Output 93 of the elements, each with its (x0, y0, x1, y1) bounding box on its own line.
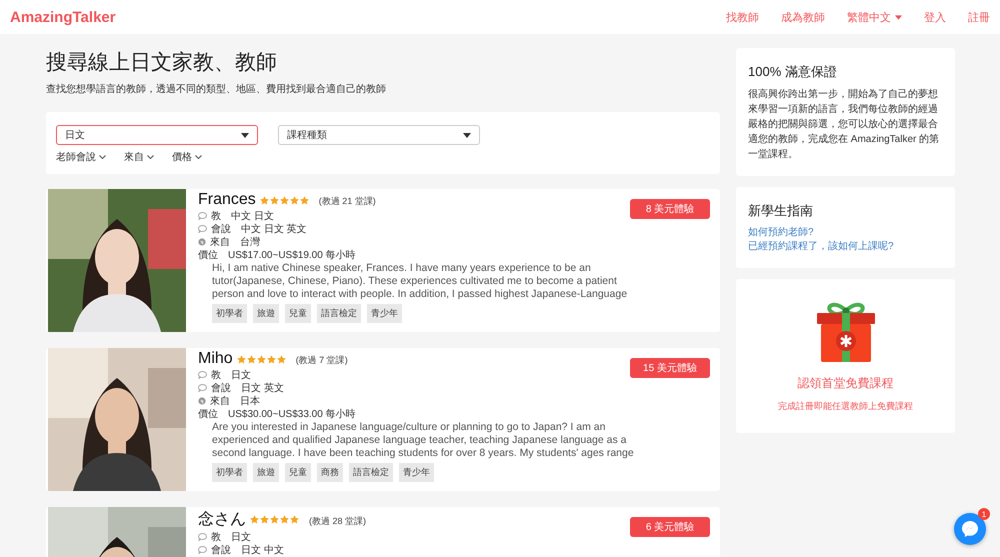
tag: 兒童 (285, 463, 311, 482)
star-icon (270, 196, 279, 204)
detail-label: 會說 (211, 382, 231, 394)
detail-label: 價位 (198, 248, 218, 262)
page-title: 搜尋線上日文家教、教師 (46, 50, 278, 76)
tag: 初學者 (212, 463, 247, 482)
select-field[interactable]: 課程種類 (278, 125, 480, 145)
lesson-count: (教過 21 堂課) (318, 195, 376, 208)
speech-bubble-icon (198, 546, 207, 554)
star-icon (290, 515, 299, 524)
detail-value: 日文 中文 (241, 544, 284, 556)
star-icon (300, 196, 309, 204)
detail-label: 來自 (210, 236, 230, 248)
star-icon (256, 354, 266, 364)
detail-label: 價位 (198, 408, 218, 420)
card-title: 新學生指南 (748, 202, 814, 220)
tag: 兒童 (285, 304, 311, 323)
card-text: 很高興你跨出第一步，開始為了自己的夢想來學習一項新的語言，我們每位教師的經過嚴格的把關與篩選，您可以放心的選擇最合適您的教師，完成您在 AmazingTalker 的第一堂課程。 (748, 88, 940, 162)
filter-dropdown[interactable]: 老師會說 (56, 150, 106, 164)
detail-value: US$17.00~US$19.00 每小時 (228, 248, 356, 262)
nav-link[interactable]: 找教師 (726, 10, 759, 24)
star-icon (290, 196, 299, 204)
detail-value: 中文 日文 (231, 210, 274, 222)
tag: 青少年 (399, 463, 434, 482)
detail-value: 台灣 (240, 236, 260, 248)
caret-icon (241, 132, 249, 138)
detail-value: 日文 (231, 530, 251, 544)
guide-link[interactable]: 已經預約課程了，該如何上課呢? (748, 240, 943, 254)
promo-text: 完成註冊即能任選教師上免費課程 (778, 400, 913, 413)
detail-value: 日文 (231, 368, 251, 382)
star-icon (246, 354, 256, 364)
detail-value: 中文 日文 英文 (241, 222, 307, 236)
lesson-count: (教過 28 堂課) (309, 515, 366, 528)
speech-bubble-icon (198, 212, 207, 220)
trial-button[interactable]: 8 美元體驗 (630, 199, 710, 219)
star-icon (260, 196, 269, 204)
messenger-icon (961, 520, 979, 538)
teacher-bio: Hi, I am native Chinese speaker, Frances. I have many years experience to be an tutor(Japanese, Chinese, Piano). These experiences cultivated me to become a patient person and love to interact with people. In addition, I passed highest Japanese-Language (212, 262, 628, 301)
card-title: 100% 滿意保證 (748, 63, 838, 81)
star-icon (260, 515, 269, 524)
trial-button[interactable]: 15 美元體驗 (630, 358, 710, 378)
star-icon (250, 515, 259, 524)
detail-value: 日本 (240, 394, 260, 408)
chevron-down-icon (147, 155, 154, 159)
tag: 語言檢定 (317, 304, 361, 323)
speech-bubble-icon (198, 532, 207, 540)
speech-bubble-icon (198, 384, 207, 392)
speech-bubble-icon (198, 370, 207, 378)
tag: 旅遊 (253, 463, 279, 482)
tag: 初學者 (212, 304, 247, 323)
detail-label: 會說 (211, 222, 231, 236)
star-icon (280, 515, 289, 524)
logo[interactable]: AmazingTalker (10, 8, 116, 26)
detail-value: 日文 英文 (241, 382, 284, 394)
speech-bubble-icon (198, 224, 207, 232)
guide-link[interactable]: 如何預約老師? (748, 226, 943, 240)
chevron-down-icon (195, 155, 202, 159)
detail-label: 教 (211, 210, 221, 222)
page-subtitle: 查找您想學語言的教師，透過不同的類型、地區、費用找到最合適自己的教師 (46, 82, 387, 96)
filter-dropdown[interactable]: 價格 (172, 150, 202, 164)
tag: 青少年 (367, 304, 402, 323)
filter-dropdown[interactable]: 來自 (124, 150, 154, 164)
nav-link[interactable]: 成為教師 (781, 10, 825, 24)
select-field[interactable]: 日文 (56, 125, 258, 145)
globe-icon (198, 238, 206, 246)
star-icon (276, 354, 286, 364)
nav-link[interactable]: 繁體中文 (847, 10, 902, 24)
detail-label: 教 (211, 530, 221, 544)
messenger-button[interactable] (954, 513, 986, 545)
star-icon (280, 196, 289, 204)
tag: 旅遊 (253, 304, 279, 323)
trial-button[interactable]: 6 美元體驗 (630, 517, 710, 537)
tag: 語言檢定 (349, 463, 393, 482)
star-icon (266, 354, 276, 364)
teacher-name[interactable]: Frances (198, 191, 256, 209)
lesson-count: (教過 7 堂課) (296, 354, 348, 367)
detail-label: 會說 (211, 544, 231, 556)
teacher-name[interactable]: 念さん (198, 509, 246, 530)
nav-link[interactable]: 登入 (924, 10, 946, 24)
teacher-name[interactable]: Miho (198, 350, 233, 368)
chevron-down-icon (99, 155, 106, 159)
detail-label: 教 (211, 368, 221, 382)
detail-label: 來自 (210, 394, 230, 408)
star-icon (270, 515, 279, 524)
tag: 商務 (317, 463, 343, 482)
globe-icon (198, 396, 206, 404)
star-icon (236, 354, 246, 364)
nav-link[interactable]: 註冊 (968, 10, 990, 24)
notification-badge: 1 (978, 508, 990, 520)
teacher-bio: Are you interested in Japanese language/culture or planning to go to Japan? I am an experienced and qualified Japanese language teacher, teaching Japanese language as a second language. I have been teaching students for over 8 years. My students' ages range (212, 421, 635, 460)
caret-icon (463, 132, 471, 138)
promo-title[interactable]: 認領首堂免費課程 (798, 375, 894, 392)
detail-value: US$30.00~US$33.00 每小時 (228, 408, 356, 420)
